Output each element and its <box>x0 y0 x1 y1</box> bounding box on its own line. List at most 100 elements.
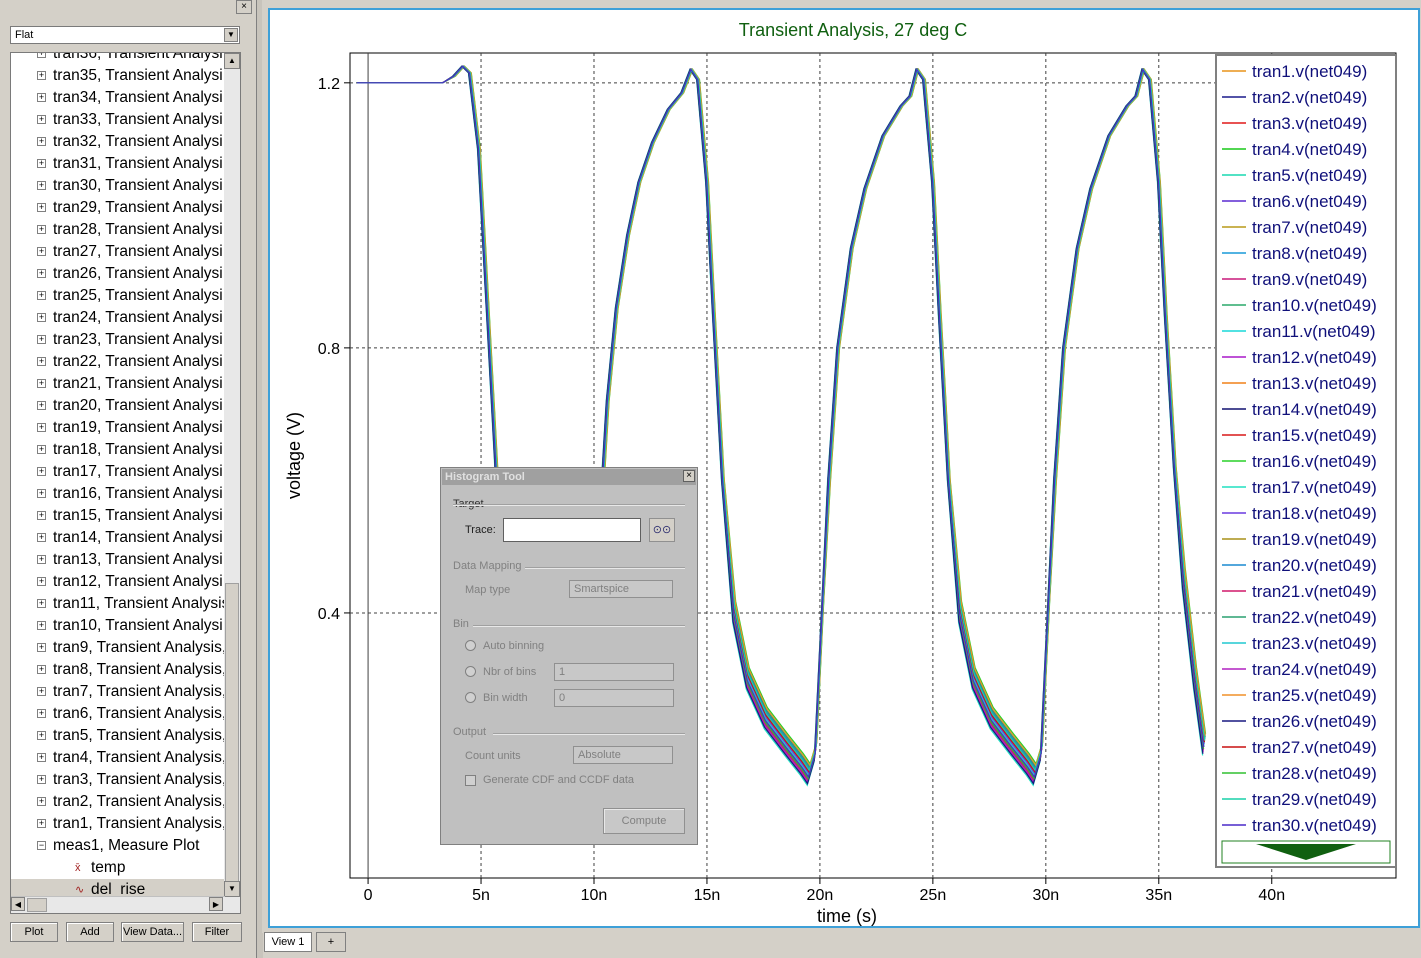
tree-item[interactable]: + tran3, Transient Analysis, <box>11 769 225 791</box>
expand-icon[interactable]: + <box>37 797 46 806</box>
expand-icon[interactable]: + <box>37 137 46 146</box>
tree-item[interactable]: + tran23, Transient Analysi <box>11 329 225 351</box>
tree-item[interactable]: + tran18, Transient Analysi <box>11 439 225 461</box>
expand-icon[interactable]: + <box>37 445 46 454</box>
tree-item[interactable]: + tran6, Transient Analysis, <box>11 703 225 725</box>
tree-item[interactable]: + tran31, Transient Analysi <box>11 153 225 175</box>
tree-item[interactable]: + tran34, Transient Analysi <box>11 87 225 109</box>
scroll-down-icon[interactable]: ▼ <box>224 881 240 897</box>
expand-icon[interactable]: + <box>37 555 46 564</box>
trace-input[interactable] <box>503 518 641 542</box>
expand-icon[interactable]: + <box>37 335 46 344</box>
expand-icon[interactable]: + <box>37 423 46 432</box>
tree-item[interactable]: + tran1, Transient Analysis, <box>11 813 225 835</box>
tree-item[interactable]: + tran36, Transient Analysi <box>11 53 225 65</box>
tree-item[interactable]: + tran25, Transient Analysi <box>11 285 225 307</box>
scroll-up-icon[interactable]: ▲ <box>224 53 240 69</box>
view-mode-select[interactable]: Flat ▼ <box>10 26 240 44</box>
expand-icon[interactable]: + <box>37 753 46 762</box>
expand-icon[interactable]: + <box>37 71 46 80</box>
expand-icon[interactable]: + <box>37 313 46 322</box>
tree-item[interactable]: + tran7, Transient Analysis, <box>11 681 225 703</box>
tree-item[interactable]: + tran9, Transient Analysis, <box>11 637 225 659</box>
close-icon[interactable]: × <box>236 0 252 14</box>
filter-button[interactable]: Filter <box>192 922 242 942</box>
tree-item[interactable]: + tran35, Transient Analysi <box>11 65 225 87</box>
binoculars-icon[interactable]: ⊙⊙ <box>649 518 675 542</box>
expand-icon[interactable]: + <box>37 181 46 190</box>
expand-icon[interactable]: + <box>37 291 46 300</box>
tree-item[interactable]: + tran5, Transient Analysis, <box>11 725 225 747</box>
scrollbar-thumb[interactable] <box>225 583 239 893</box>
tree-item[interactable]: + tran16, Transient Analysi <box>11 483 225 505</box>
tree-horizontal-scrollbar[interactable]: ◀ ▶ <box>11 896 225 913</box>
expand-icon[interactable]: + <box>37 687 46 696</box>
expand-icon[interactable]: + <box>37 775 46 784</box>
expand-icon[interactable]: + <box>37 577 46 586</box>
expand-icon[interactable]: + <box>37 93 46 102</box>
chevron-down-icon[interactable]: ▼ <box>224 28 238 42</box>
expand-icon[interactable]: + <box>37 159 46 168</box>
tree-item[interactable]: + tran28, Transient Analysi <box>11 219 225 241</box>
expand-icon[interactable]: + <box>37 621 46 630</box>
expand-icon[interactable]: + <box>37 511 46 520</box>
bin-width-field[interactable]: 0 <box>554 689 674 707</box>
bin-width-radio[interactable] <box>465 692 476 703</box>
tree-item[interactable]: + tran4, Transient Analysis, <box>11 747 225 769</box>
tree-item[interactable]: + tran8, Transient Analysis, <box>11 659 225 681</box>
expand-icon[interactable]: + <box>37 225 46 234</box>
tree-item[interactable]: + tran11, Transient Analysis <box>11 593 225 615</box>
plot-button[interactable]: Plot <box>10 922 58 942</box>
view-data-button[interactable]: View Data... <box>121 922 184 942</box>
expand-icon[interactable]: + <box>37 599 46 608</box>
tab-view-1[interactable]: View 1 <box>264 932 312 952</box>
tree-item[interactable]: + tran30, Transient Analysi <box>11 175 225 197</box>
expand-icon[interactable]: + <box>37 533 46 542</box>
tree-item[interactable]: + tran20, Transient Analysi <box>11 395 225 417</box>
tree-item[interactable]: + tran17, Transient Analysi <box>11 461 225 483</box>
expand-icon[interactable]: + <box>37 379 46 388</box>
tree-item[interactable]: + tran19, Transient Analysi <box>11 417 225 439</box>
tree-item[interactable]: + tran2, Transient Analysis, <box>11 791 225 813</box>
tree-item-temp[interactable]: x̄ temp <box>11 857 225 879</box>
hscrollbar-thumb[interactable] <box>27 898 47 912</box>
scroll-left-icon[interactable]: ◀ <box>11 897 25 911</box>
tree-item[interactable]: + tran29, Transient Analysi <box>11 197 225 219</box>
tree-item[interactable]: + tran15, Transient Analysi <box>11 505 225 527</box>
tree-item-measure-plot[interactable]: − meas1, Measure Plot <box>11 835 225 857</box>
tree-item[interactable]: + tran22, Transient Analysi <box>11 351 225 373</box>
map-type-select[interactable]: Smartspice <box>569 580 673 598</box>
expand-icon[interactable]: + <box>37 665 46 674</box>
tree-item[interactable]: + tran10, Transient Analysi <box>11 615 225 637</box>
tab-add[interactable]: + <box>316 932 346 952</box>
tree-item[interactable]: + tran33, Transient Analysi <box>11 109 225 131</box>
expand-icon[interactable]: + <box>37 115 46 124</box>
expand-icon[interactable]: + <box>37 357 46 366</box>
tree-item[interactable]: + tran26, Transient Analysi <box>11 263 225 285</box>
expand-icon[interactable]: + <box>37 53 46 58</box>
tree-item[interactable]: + tran14, Transient Analysi <box>11 527 225 549</box>
tree-vertical-scrollbar[interactable]: ▲ ▼ <box>224 53 240 913</box>
nbr-bins-radio[interactable] <box>465 666 476 677</box>
expand-icon[interactable]: + <box>37 467 46 476</box>
cdf-checkbox[interactable] <box>465 775 476 786</box>
expand-icon[interactable]: + <box>37 731 46 740</box>
nbr-bins-stepper[interactable]: 1 <box>554 663 674 681</box>
expand-icon[interactable]: + <box>37 203 46 212</box>
count-units-select[interactable]: Absolute <box>573 746 673 764</box>
tree-item[interactable]: + tran24, Transient Analysi <box>11 307 225 329</box>
close-icon[interactable]: × <box>683 470 695 482</box>
compute-button[interactable]: Compute <box>603 808 685 834</box>
expand-icon[interactable]: + <box>37 489 46 498</box>
expand-icon[interactable]: + <box>37 269 46 278</box>
collapse-icon[interactable]: − <box>37 841 46 850</box>
auto-binning-radio[interactable] <box>465 640 476 651</box>
expand-icon[interactable]: + <box>37 247 46 256</box>
expand-icon[interactable]: + <box>37 401 46 410</box>
scroll-right-icon[interactable]: ▶ <box>209 897 223 911</box>
tree-item[interactable]: + tran12, Transient Analysi <box>11 571 225 593</box>
tree-item[interactable]: + tran27, Transient Analysi <box>11 241 225 263</box>
tree-item[interactable]: + tran32, Transient Analysi <box>11 131 225 153</box>
expand-icon[interactable]: + <box>37 643 46 652</box>
tree-item[interactable]: + tran13, Transient Analysi <box>11 549 225 571</box>
